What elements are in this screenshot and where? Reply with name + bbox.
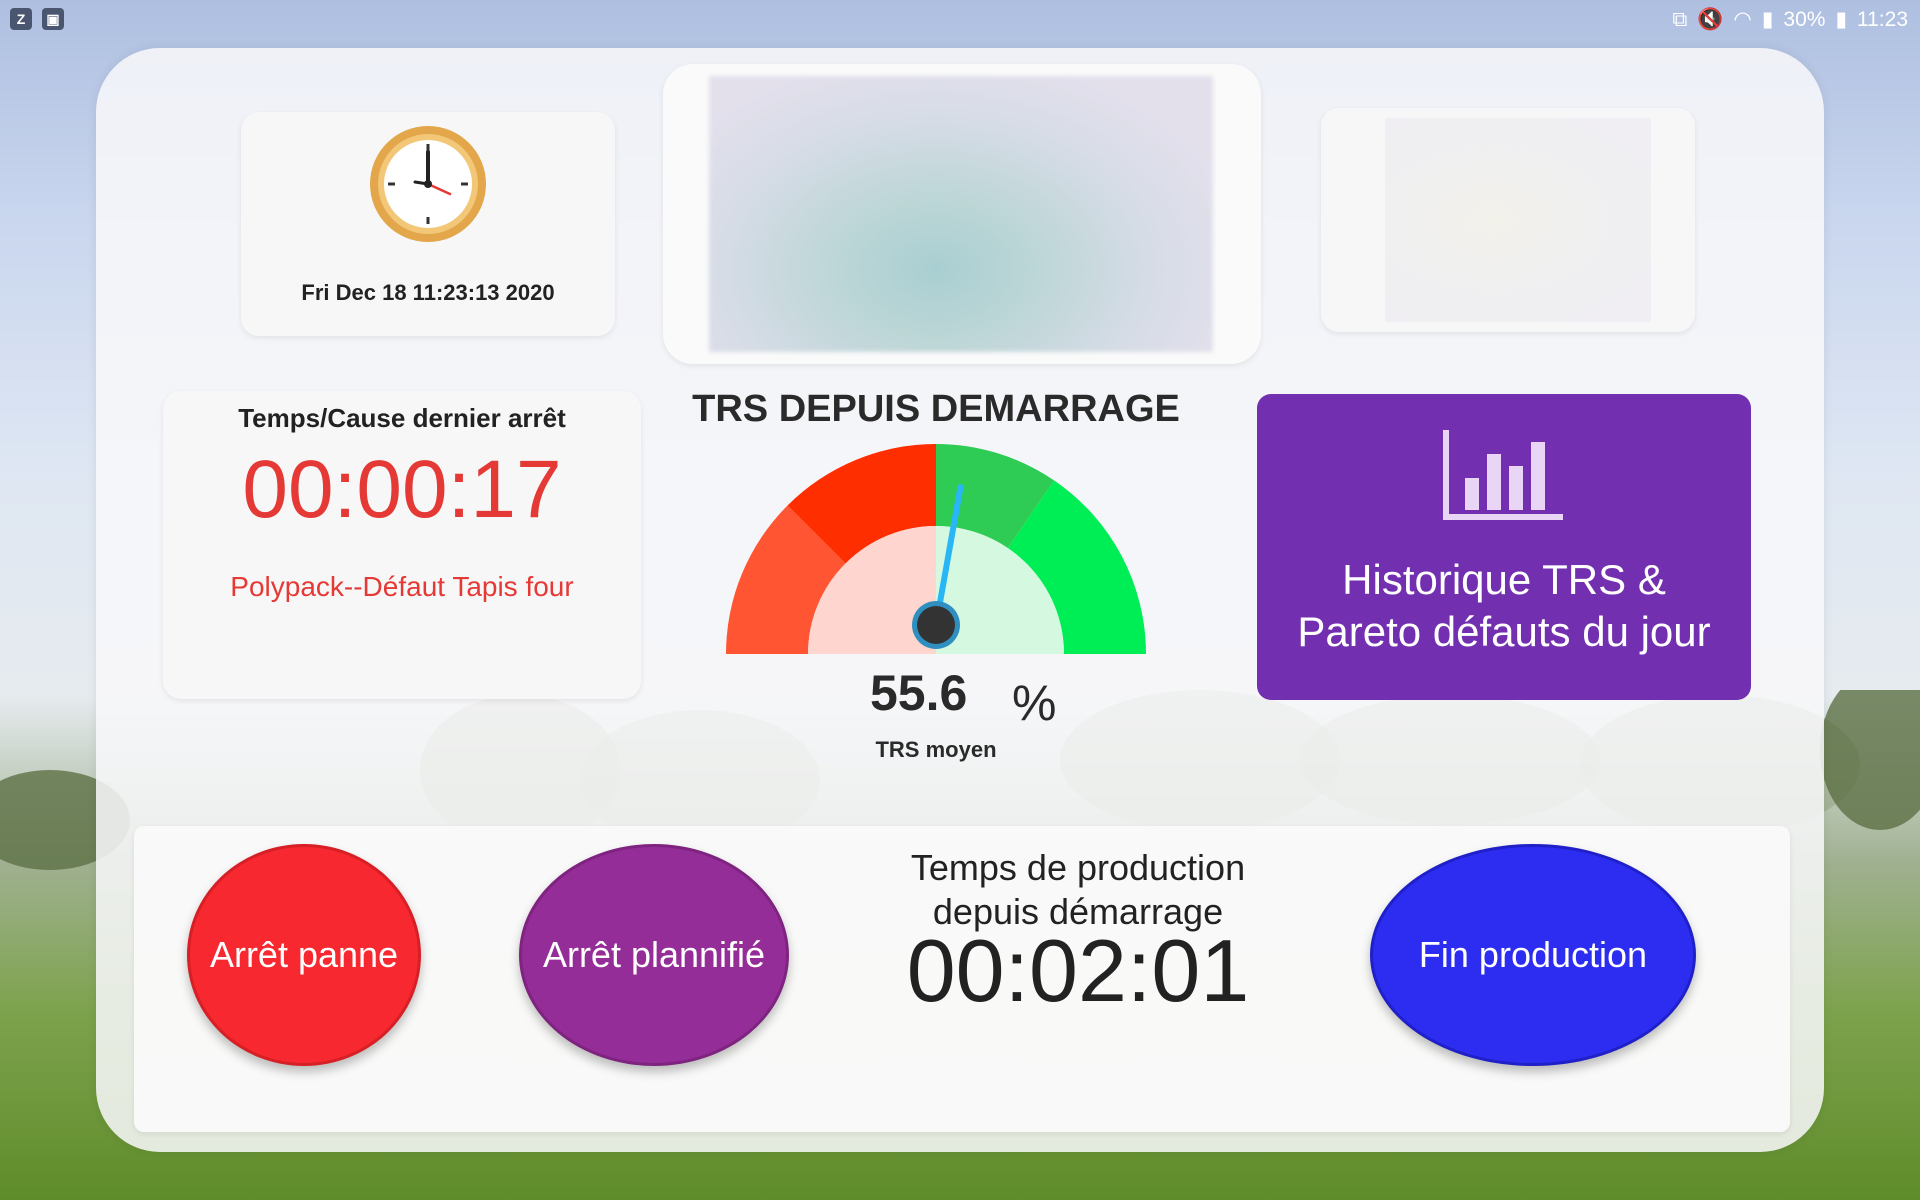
gallery-app-icon: ▣ — [42, 8, 64, 30]
signal-icon: ▮ — [1761, 8, 1774, 31]
stop-breakdown-button[interactable]: Arrêt panne — [187, 844, 421, 1066]
history-label-line1: Historique TRS & — [1342, 556, 1666, 603]
wifi-icon: ◠ — [1733, 8, 1752, 31]
camera-image-card — [663, 64, 1261, 364]
planned-stop-button[interactable]: Arrêt plannifié — [519, 844, 789, 1066]
clock-icon — [370, 126, 486, 242]
logo-image-card — [1321, 108, 1695, 332]
bar-chart-icon — [1443, 430, 1563, 520]
blurred-image — [709, 76, 1213, 352]
gauge-title: TRS DEPUIS DEMARRAGE — [692, 388, 1180, 430]
last-stop-duration: 00:00:17 — [242, 444, 562, 535]
cast-icon: ⧉ — [1672, 7, 1688, 31]
last-stop-cause: Polypack--Défaut Tapis four — [230, 571, 574, 602]
production-time: 00:02:01 — [906, 921, 1250, 1020]
end-production-button[interactable]: Fin production — [1370, 844, 1696, 1066]
gauge-value: 55.6 — [870, 665, 968, 721]
status-time: 11:23 — [1857, 7, 1908, 31]
history-trs-button[interactable]: Historique TRS & Pareto défauts du jour — [1257, 394, 1751, 700]
current-datetime: Fri Dec 18 11:23:13 2020 — [301, 280, 555, 305]
last-stop-card: Temps/Cause dernier arrêt 00:00:17 Polyp… — [163, 391, 641, 699]
status-bar: Z ▣ ⧉ 🔇 ◠ ▮ 30% ▮ 11:23 — [0, 0, 1920, 38]
battery-icon: ▮ — [1835, 8, 1847, 31]
battery-percent: 30% — [1783, 7, 1826, 31]
mute-icon: 🔇 — [1697, 7, 1724, 31]
clock-card: Fri Dec 18 11:23:13 2020 — [241, 112, 615, 336]
last-stop-title: Temps/Cause dernier arrêt — [238, 403, 566, 433]
history-button-label: Historique TRS & Pareto défauts du jour — [1257, 554, 1751, 658]
blurred-logo — [1385, 118, 1651, 322]
production-label-line1: Temps de production — [910, 847, 1246, 888]
history-label-line2: Pareto défauts du jour — [1297, 608, 1711, 655]
gauge-subtitle: TRS moyen — [875, 737, 997, 762]
trs-gauge — [726, 444, 1146, 654]
z-app-icon: Z — [10, 8, 32, 30]
gauge-unit: % — [1012, 675, 1057, 731]
